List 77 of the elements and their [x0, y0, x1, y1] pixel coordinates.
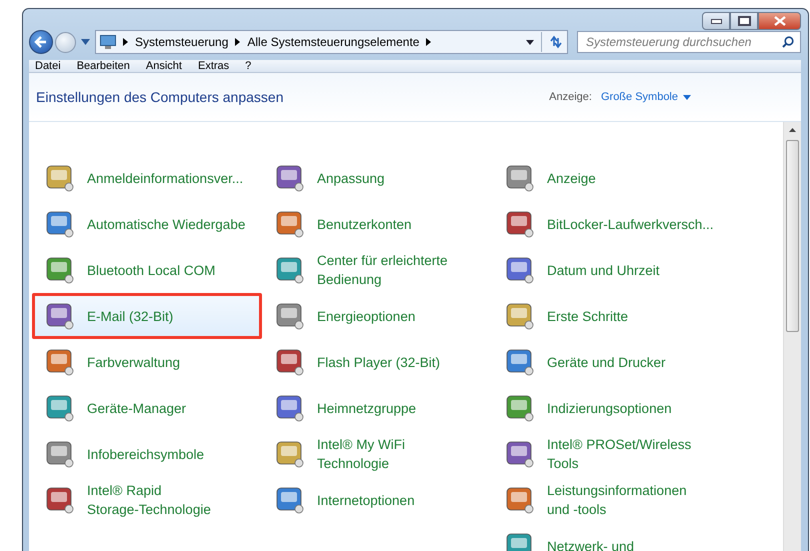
control-panel-item[interactable]: Indizierungsoptionen: [492, 385, 722, 431]
tile-icon: [45, 163, 75, 193]
tile-icon: [275, 439, 305, 469]
minimize-button[interactable]: [702, 12, 730, 30]
tile-icon: [275, 485, 305, 515]
control-panel-item[interactable]: Intel® My WiFi Technologie: [262, 431, 492, 477]
close-icon: [774, 16, 786, 26]
control-panel-item[interactable]: Energieoptionen: [262, 293, 492, 339]
tile-icon: [505, 163, 535, 193]
tile-icon: [275, 163, 305, 193]
menu-item[interactable]: ?: [245, 60, 252, 72]
dropdown-arrow-icon: [683, 94, 691, 100]
breadcrumb[interactable]: Alle Systemsteuerungselemente: [247, 35, 420, 49]
control-panel-item[interactable]: Farbverwaltung: [32, 339, 262, 385]
control-panel-item[interactable]: Leistungsinformationen und -tools: [492, 477, 722, 523]
tile-icon: [505, 347, 535, 377]
tile-icon: [275, 347, 305, 377]
close-button[interactable]: [758, 12, 801, 30]
control-panel-item[interactable]: Anpassung: [262, 155, 492, 201]
maximize-button[interactable]: [730, 12, 758, 30]
control-panel-item[interactable]: Anzeige: [492, 155, 722, 201]
back-button[interactable]: [29, 30, 53, 54]
control-panel-item[interactable]: Infobereichsymbole: [32, 431, 262, 477]
view-dropdown[interactable]: Große Symbole: [600, 91, 691, 103]
monitor-icon: [100, 34, 116, 50]
menu-item[interactable]: Extras: [198, 60, 230, 72]
tile-icon: [505, 255, 535, 285]
back-arrow-icon: [34, 35, 48, 49]
search-field[interactable]: Systemsteuerung durchsuchen: [577, 31, 801, 53]
control-panel-item[interactable]: Intel® PROSet/Wireless Tools: [492, 431, 722, 477]
chevron-icon[interactable]: [123, 38, 128, 46]
control-panel-item[interactable]: Geräte und Drucker: [492, 339, 722, 385]
dropdown-arrow-icon[interactable]: [526, 40, 534, 44]
menu-item[interactable]: Bearbeiten: [76, 60, 130, 72]
tile-icon: [505, 209, 535, 239]
control-panel-item[interactable]: Datum und Uhrzeit: [492, 247, 722, 293]
control-panel-item[interactable]: Bluetooth Local COM: [32, 247, 262, 293]
menu-item[interactable]: Datei: [35, 60, 61, 72]
breadcrumb[interactable]: Systemsteuerung: [135, 35, 228, 49]
control-panel-item[interactable]: E-Mail (32-Bit): [32, 293, 262, 339]
control-panel-item[interactable]: Center für erleichterte Bedienung: [262, 247, 492, 293]
scroll-up-icon[interactable]: [789, 128, 796, 132]
tile-icon: [45, 485, 75, 515]
chevron-icon[interactable]: [426, 38, 432, 46]
control-panel-item[interactable]: Internetoptionen: [262, 477, 492, 523]
tile-icon: [505, 393, 535, 423]
tile-icon: [45, 209, 75, 239]
tile-icon: [275, 301, 305, 331]
refresh-icon[interactable]: [549, 35, 563, 49]
control-panel-item[interactable]: Netzwerk- und: [492, 523, 722, 551]
control-panel-item[interactable]: Automatische Wiedergabe: [32, 201, 262, 247]
tile-icon: [505, 439, 535, 469]
control-panel-item[interactable]: Anmeldeinformationsver...: [32, 155, 262, 201]
address-bar[interactable]: Systemsteuerung Alle Systemsteuerungselemente: [95, 30, 568, 54]
scrollbar[interactable]: [783, 122, 801, 551]
tile-icon: [275, 393, 305, 423]
tile-icon: [45, 439, 75, 469]
tile-icon: [505, 301, 535, 331]
menu-item[interactable]: Ansicht: [146, 60, 182, 72]
chevron-icon[interactable]: [235, 38, 240, 46]
control-panel-item[interactable]: Flash Player (32-Bit): [262, 339, 492, 385]
control-panel-item[interactable]: Erste Schritte: [492, 293, 722, 339]
tile-icon: [45, 255, 75, 285]
tile-icon: [505, 485, 535, 515]
tile-icon: [45, 301, 75, 331]
control-panel-item[interactable]: Geräte-Manager: [32, 385, 262, 431]
tile-icon: [275, 209, 305, 239]
control-panel-item[interactable]: Intel® Rapid Storage-Technologie: [32, 477, 262, 523]
control-panel-item[interactable]: Benutzerkonten: [262, 201, 492, 247]
tile-icon: [45, 393, 75, 423]
control-panel-item[interactable]: Heimnetzgruppe: [262, 385, 492, 431]
tile-icon: [45, 347, 75, 377]
control-panel-item[interactable]: BitLocker-Laufwerkversch...: [492, 201, 722, 247]
search-icon[interactable]: [782, 36, 794, 48]
tile-icon: [275, 255, 305, 285]
view-label: Anzeige:: [549, 91, 592, 103]
page-title: Einstellungen des Computers anpassen: [36, 89, 284, 105]
